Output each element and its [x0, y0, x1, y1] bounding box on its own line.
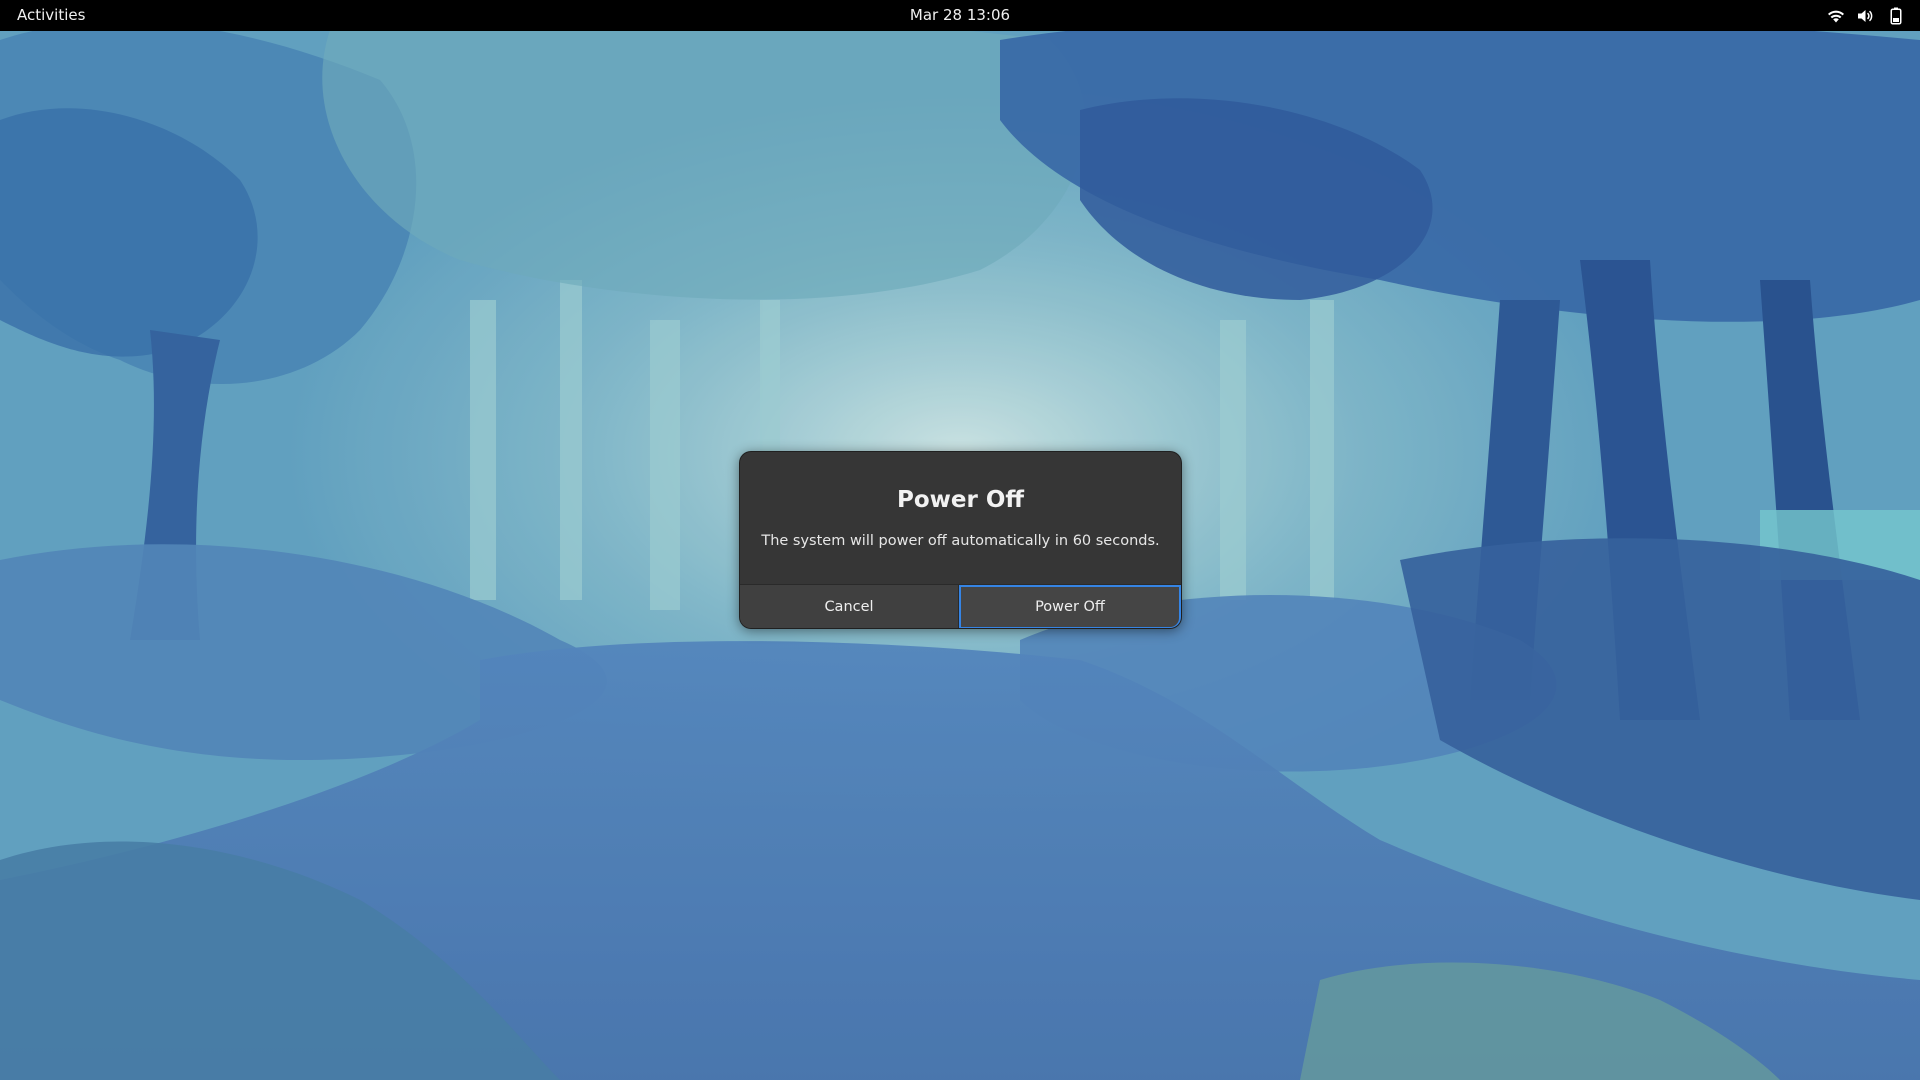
- power-off-button[interactable]: Power Off: [959, 585, 1181, 628]
- power-off-dialog: Power Off The system will power off auto…: [739, 451, 1182, 629]
- dialog-message: The system will power off automatically …: [761, 533, 1160, 549]
- activities-button[interactable]: Activities: [17, 6, 85, 24]
- cancel-button[interactable]: Cancel: [740, 585, 959, 628]
- date-time-button[interactable]: Mar 28 13:06: [910, 6, 1010, 24]
- system-tray[interactable]: [1826, 5, 1906, 27]
- battery-icon[interactable]: [1886, 6, 1906, 26]
- dialog-title: Power Off: [896, 487, 1025, 513]
- wifi-icon[interactable]: [1826, 6, 1846, 26]
- top-bar: Activities Mar 28 13:06: [0, 0, 1920, 31]
- dialog-button-row: Cancel Power Off: [740, 584, 1181, 628]
- volume-icon[interactable]: [1856, 6, 1876, 26]
- clock-container: Mar 28 13:06: [0, 6, 1920, 24]
